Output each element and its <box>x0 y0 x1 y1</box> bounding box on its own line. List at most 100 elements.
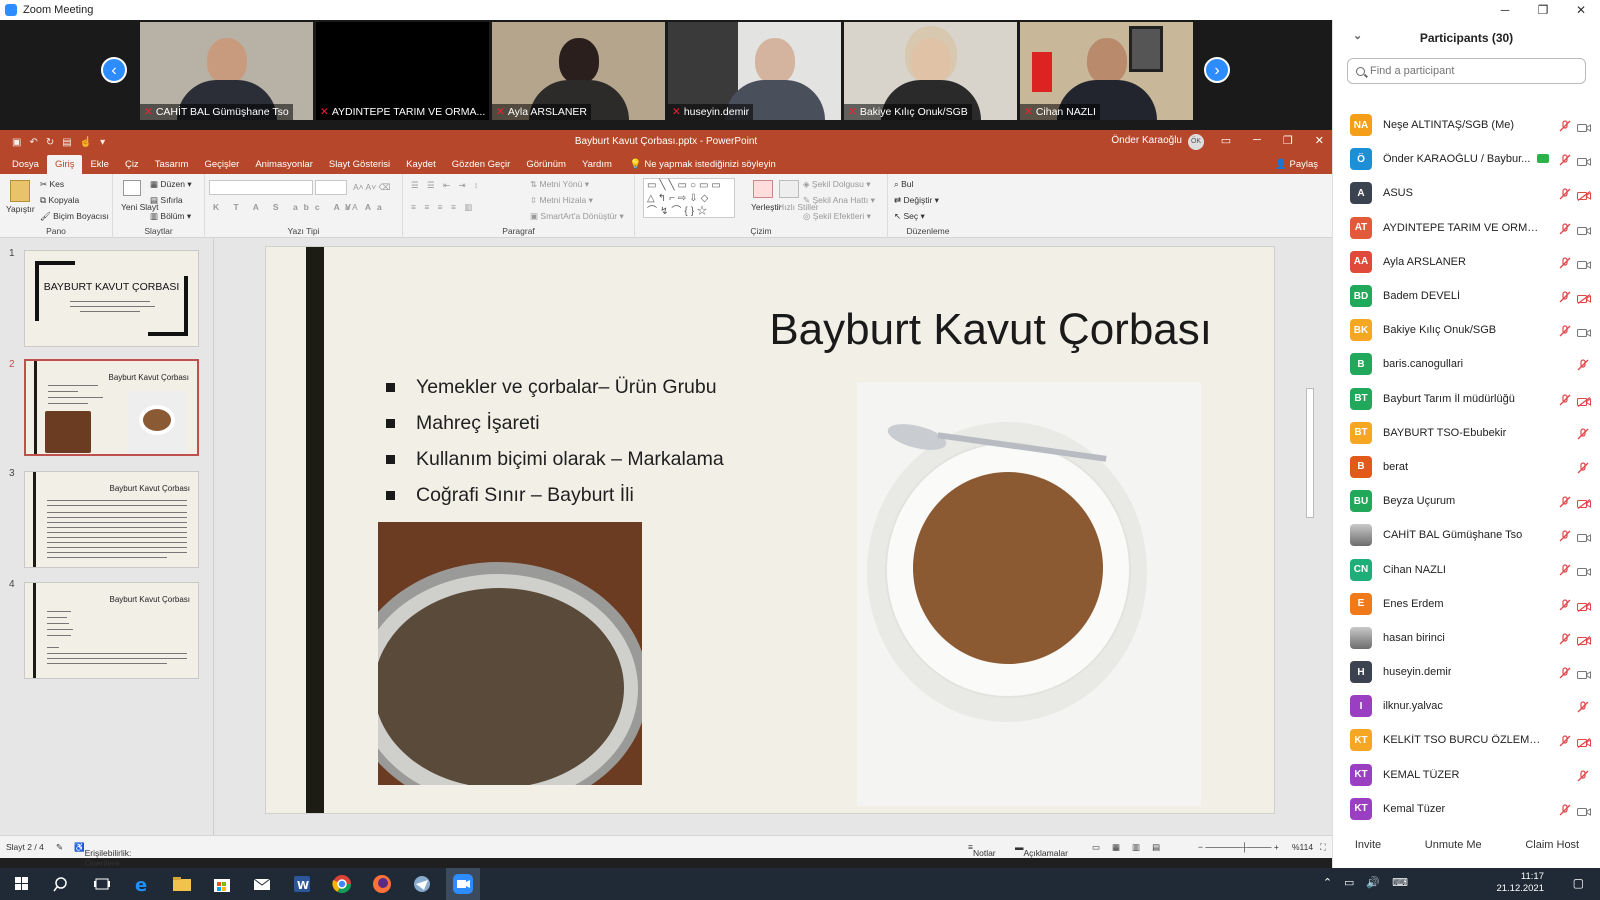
video-off-icon[interactable] <box>1576 291 1591 304</box>
participant-search[interactable] <box>1347 58 1586 84</box>
windows-start-icon[interactable] <box>10 872 34 896</box>
muted-mic-icon[interactable] <box>1577 769 1589 782</box>
video-camera-icon[interactable] <box>1576 325 1591 338</box>
previous-page-icon[interactable]: ‹ <box>101 57 127 83</box>
video-camera-icon[interactable] <box>1576 223 1591 235</box>
list-buttons-icon[interactable]: ☰ ☰ ⇤ ⇥ ↕ <box>411 180 481 191</box>
user-avatar[interactable]: ÖK <box>1188 134 1204 150</box>
muted-mic-icon[interactable] <box>1559 495 1571 508</box>
participant-row[interactable]: CN Cihan NAZLI <box>1333 552 1600 586</box>
video-tile[interactable]: ✕ Bakiye Kılıç Onuk/SGB <box>844 22 1017 120</box>
muted-mic-icon[interactable] <box>1559 734 1571 747</box>
participant-row[interactable]: A ASUS <box>1333 176 1600 210</box>
muted-mic-icon[interactable] <box>1577 427 1589 440</box>
align-text-button[interactable]: ⇳ Metni Hizala ▾ <box>530 195 593 206</box>
font-size-input[interactable] <box>315 180 347 195</box>
muted-mic-icon[interactable] <box>1559 598 1571 611</box>
unmute-me-button[interactable]: Unmute Me <box>1419 835 1488 855</box>
participant-row[interactable]: Bberat <box>1333 450 1600 484</box>
zoom-taskbar-icon[interactable] <box>446 868 480 900</box>
participant-row[interactable]: KT KEMAL TÜZER <box>1333 758 1600 792</box>
video-off-icon[interactable] <box>1576 633 1591 646</box>
participant-row[interactable]: NA Neşe ALTINTAŞ/SGB (Me) <box>1333 108 1600 142</box>
participant-row[interactable]: Hhuseyin.demir <box>1333 655 1600 689</box>
muted-mic-icon[interactable] <box>1559 222 1571 235</box>
tab-help[interactable]: Yardım <box>574 159 620 174</box>
font-style-buttons[interactable]: K T A S abc AV Aa <box>213 202 388 212</box>
tab-design[interactable]: Tasarım <box>147 159 197 174</box>
slide-thumbnail[interactable]: BAYBURT KAVUT ÇORBASI <box>24 250 199 347</box>
claim-host-button[interactable]: Claim Host <box>1519 835 1585 855</box>
muted-mic-icon[interactable] <box>1559 632 1571 645</box>
video-off-icon[interactable] <box>1576 735 1591 749</box>
file-explorer-icon[interactable] <box>170 872 194 896</box>
search-icon[interactable] <box>50 872 74 896</box>
muted-mic-icon[interactable] <box>1559 187 1571 200</box>
video-off-icon[interactable] <box>1576 394 1591 407</box>
font-size-controls-icon[interactable]: A˄ A˅ ⌫ <box>353 182 391 193</box>
shape-outline-button[interactable]: ✎ Şekil Ana Hattı ▾ <box>803 195 875 206</box>
tab-review[interactable]: Gözden Geçir <box>444 159 519 174</box>
quick-styles-icon[interactable] <box>779 180 799 198</box>
view-buttons[interactable]: ▭▦▥▤ <box>1092 842 1172 853</box>
video-tile[interactable]: ✕ AYDINTEPE TARIM VE ORMA... <box>316 22 489 120</box>
video-camera-icon[interactable] <box>1576 667 1591 680</box>
ribbon-display-icon[interactable]: ▭ <box>1221 134 1231 147</box>
participant-row[interactable]: KT Kemal Tüzer <box>1333 792 1600 822</box>
participant-row[interactable]: CAHİT BAL Gümüşhane Tso <box>1333 518 1600 552</box>
tell-me-search[interactable]: 💡 Ne yapmak istediğinizi söyleyin <box>630 159 776 174</box>
firefox-icon[interactable] <box>370 872 394 896</box>
notification-icon[interactable]: ▢ <box>1573 876 1584 890</box>
tab-slideshow[interactable]: Slayt Gösterisi <box>321 159 398 174</box>
copy-button[interactable]: ⧉ Kopyala <box>40 195 79 206</box>
clock[interactable]: 11:17 21.12.2021 <box>1496 871 1544 895</box>
chrome-icon[interactable] <box>330 872 354 896</box>
word-icon[interactable]: W <box>290 872 314 896</box>
soup-photo-metal-bowl[interactable] <box>378 522 642 785</box>
mail-icon[interactable] <box>250 872 274 896</box>
muted-mic-icon[interactable] <box>1577 358 1589 371</box>
system-tray-icons[interactable]: ⌃▭🔊⌨ <box>1323 876 1420 889</box>
smartart-button[interactable]: ▣ SmartArt'a Dönüştür ▾ <box>530 211 624 222</box>
paste-button[interactable]: Yapıştır <box>6 204 35 214</box>
tab-file[interactable]: Dosya <box>4 159 47 174</box>
participant-row[interactable]: BT BAYBURT TSO-Ebubekir <box>1333 416 1600 450</box>
soup-photo-white-bowl[interactable] <box>857 382 1201 806</box>
search-input[interactable] <box>1370 65 1570 77</box>
close-button[interactable]: ✕ <box>1562 0 1600 20</box>
ppt-close-button[interactable]: ✕ <box>1315 134 1324 147</box>
current-slide[interactable]: Bayburt Kavut Çorbası Yemekler ve çorbal… <box>265 246 1275 814</box>
participant-row[interactable]: BD Badem DEVELİ <box>1333 279 1600 313</box>
font-color-icon[interactable]: ⌀ A <box>345 202 358 213</box>
participant-row[interactable]: Bbaris.canogullari <box>1333 347 1600 381</box>
tab-animations[interactable]: Animasyonlar <box>247 159 321 174</box>
tab-draw[interactable]: Çiz <box>117 159 147 174</box>
chevron-down-icon[interactable]: ⌄ <box>1353 29 1362 42</box>
ppt-restore-button[interactable]: ❐ <box>1283 134 1293 147</box>
muted-mic-icon[interactable] <box>1577 700 1589 713</box>
notes-button[interactable]: ≡ Notlar <box>968 842 996 858</box>
video-camera-icon[interactable] <box>1576 530 1591 543</box>
muted-mic-icon[interactable] <box>1559 119 1571 132</box>
participant-row[interactable]: hasan birinci <box>1333 621 1600 655</box>
reset-button[interactable]: ▤ Sıfırla <box>150 195 183 206</box>
tab-view[interactable]: Görünüm <box>518 159 574 174</box>
layout-button[interactable]: ▦ Düzen ▾ <box>150 179 192 190</box>
user-name[interactable]: Önder Karaoğlu <box>1111 135 1182 146</box>
paste-icon[interactable] <box>10 180 30 202</box>
shapes-gallery[interactable]: ▭╲╲▭○▭▭ △↰⌐⇨⇩◇ ⌒↯⌒{}☆ <box>643 178 735 218</box>
video-camera-icon[interactable] <box>1576 804 1591 816</box>
minimize-button[interactable]: ─ <box>1486 0 1524 20</box>
muted-mic-icon[interactable] <box>1577 461 1589 474</box>
video-off-icon[interactable] <box>1576 188 1591 202</box>
text-direction-button[interactable]: ⇅ Metni Yönü ▾ <box>530 179 589 190</box>
video-tile[interactable]: ✕ Ayla ARSLANER <box>492 22 665 120</box>
zoom-level[interactable]: %114 <box>1292 842 1313 852</box>
muted-mic-icon[interactable] <box>1559 324 1571 337</box>
select-button[interactable]: ↖ Seç ▾ <box>894 211 925 222</box>
next-page-icon[interactable]: › <box>1204 57 1230 83</box>
section-button[interactable]: ▥ Bölüm ▾ <box>150 211 191 222</box>
video-tile[interactable]: ✕ Cihan NAZLI <box>1020 22 1193 120</box>
muted-mic-icon[interactable] <box>1559 529 1571 542</box>
spellcheck-icon[interactable]: ✎ <box>56 842 63 853</box>
